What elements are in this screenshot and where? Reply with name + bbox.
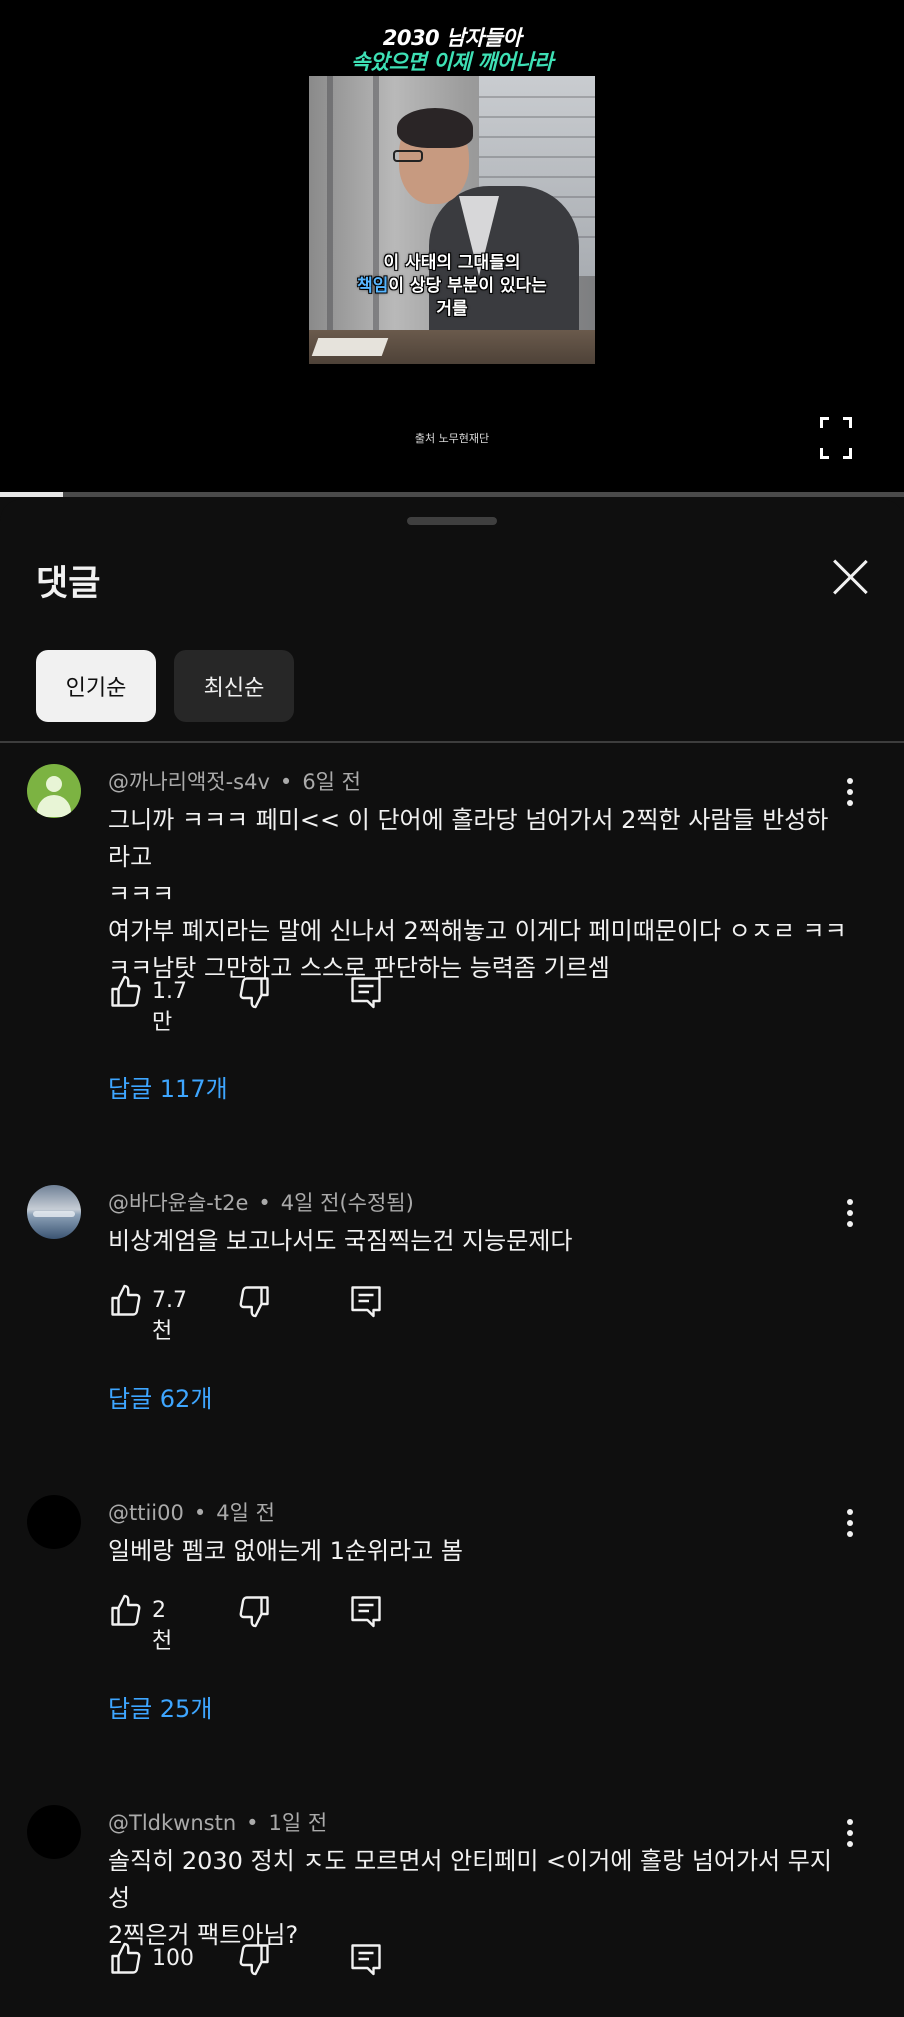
- avatar[interactable]: [27, 1495, 81, 1549]
- comment-author[interactable]: @ttii00: [108, 1501, 184, 1525]
- comment-actions: 100: [108, 1939, 408, 1979]
- comment-text: 솔직히 2030 정치 ㅈ도 모르면서 안티페미 <이거에 홀랑 넘어가서 무지…: [108, 1847, 832, 1949]
- thumbs-down-icon: [239, 1286, 269, 1318]
- comment-time: 4일 전: [216, 1501, 275, 1525]
- comment-meta: @ttii00 • 4일 전: [108, 1501, 275, 1525]
- thumbs-up-icon: [111, 1284, 141, 1316]
- more-vertical-icon[interactable]: [840, 1505, 860, 1541]
- replies-link[interactable]: 답글 62개: [108, 1379, 212, 1414]
- thumbs-up-icon: [111, 1942, 141, 1974]
- avatar[interactable]: [27, 1185, 81, 1239]
- divider: [0, 741, 904, 743]
- comment-author[interactable]: @Tldkwnstn: [108, 1811, 236, 1835]
- comment-time: 6일 전: [302, 770, 361, 794]
- dislike-button[interactable]: [236, 1591, 272, 1631]
- reply-button[interactable]: [348, 1939, 384, 1979]
- comments-sheet: 댓글 인기순 최신순 @까나리액젓-s4v • 6일 전 그니까 ㅋㅋㅋ 페미<< …: [0, 499, 904, 2017]
- video-progress-bar[interactable]: [0, 492, 904, 497]
- comments-title: 댓글: [36, 564, 101, 604]
- like-count: 2천: [152, 1598, 173, 1654]
- avatar[interactable]: [27, 764, 81, 818]
- dislike-button[interactable]: [236, 1939, 272, 1979]
- reply-button[interactable]: [348, 1281, 384, 1321]
- sort-chip-newest[interactable]: 최신순: [174, 650, 294, 722]
- comment-meta: @바다윤슬-t2e • 4일 전(수정됨): [108, 1191, 414, 1215]
- comment-text: 일베랑 펨코 없애는게 1순위라고 봄: [108, 1537, 463, 1565]
- video-progress-fill: [0, 492, 64, 497]
- video-title-line1: 2030 남자들아: [382, 26, 522, 50]
- avatar[interactable]: [27, 1805, 81, 1859]
- thumbs-down-icon: [239, 1596, 269, 1628]
- video-overlay-title: 2030 남자들아 속았으면 이제 깨어나라: [0, 26, 904, 74]
- reply-button[interactable]: [348, 972, 384, 1012]
- comment-author[interactable]: @까나리액젓-s4v: [108, 770, 270, 794]
- comment-text: 그니까 ㅋㅋㅋ 페미<< 이 단어에 홀라당 넘어가서 2찍한 사람들 반성하라…: [108, 806, 847, 982]
- fullscreen-icon[interactable]: [820, 417, 852, 459]
- dislike-button[interactable]: [236, 972, 272, 1012]
- comment-time: 1일 전: [268, 1811, 328, 1835]
- close-icon[interactable]: [830, 557, 870, 597]
- like-button[interactable]: 100: [108, 1939, 194, 1979]
- thumbs-down-icon: [239, 1944, 269, 1976]
- like-button[interactable]: 2천: [108, 1591, 172, 1654]
- reply-comment-icon: [351, 1286, 381, 1318]
- more-vertical-icon[interactable]: [840, 1195, 860, 1231]
- reply-button[interactable]: [348, 1591, 384, 1631]
- reply-comment-icon: [351, 1596, 381, 1628]
- comment-time: 4일 전(수정됨): [280, 1191, 414, 1215]
- like-count: 100: [152, 1946, 194, 1971]
- video-source-text: 출처 노무현재단: [414, 432, 490, 445]
- comment-actions: 7.7천: [108, 1281, 408, 1344]
- reply-comment-icon: [351, 1944, 381, 1976]
- replies-link[interactable]: 답글 25개: [108, 1689, 212, 1724]
- thumbs-up-icon: [111, 1594, 141, 1626]
- like-count: 7.7천: [152, 1288, 187, 1344]
- more-vertical-icon[interactable]: [840, 1815, 860, 1851]
- like-button[interactable]: 1.7만: [108, 972, 187, 1035]
- video-title-line2: 속았으면 이제 깨어나라: [351, 50, 553, 74]
- dislike-button[interactable]: [236, 1281, 272, 1321]
- more-vertical-icon[interactable]: [840, 774, 860, 810]
- thumbs-down-icon: [239, 977, 269, 1009]
- comment-author[interactable]: @바다윤슬-t2e: [108, 1191, 248, 1215]
- reply-comment-icon: [351, 977, 381, 1009]
- comment-meta: @까나리액젓-s4v • 6일 전: [108, 770, 361, 794]
- video-player[interactable]: 2030 남자들아 속았으면 이제 깨어나라 이 사태의 그대들의 책임이 상당…: [0, 0, 904, 497]
- replies-link[interactable]: 답글 117개: [108, 1069, 228, 1104]
- comment-actions: 2천: [108, 1591, 408, 1654]
- like-count: 1.7만: [152, 979, 187, 1035]
- comment-meta: @Tldkwnstn • 1일 전: [108, 1811, 328, 1835]
- sort-chip-top[interactable]: 인기순: [36, 650, 156, 722]
- comment-actions: 1.7만: [108, 972, 408, 1035]
- comment-text: 비상계엄을 보고나서도 국짐찍는건 지능문제다: [108, 1227, 573, 1255]
- drag-handle[interactable]: [407, 517, 497, 525]
- like-button[interactable]: 7.7천: [108, 1281, 187, 1344]
- subtitle-highlight: 책임: [357, 276, 389, 296]
- thumbs-up-icon: [111, 975, 141, 1007]
- video-subtitle: 이 사태의 그대들의 책임이 상당 부분이 있다는 거를: [357, 253, 547, 319]
